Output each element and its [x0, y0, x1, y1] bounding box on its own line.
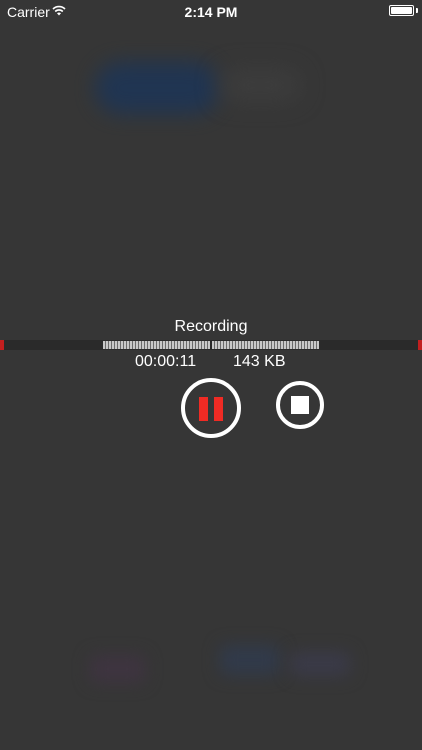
- status-bar: Carrier 2:14 PM: [0, 0, 422, 22]
- battery-tip: [416, 8, 418, 13]
- elapsed-time: 00:00:11: [135, 353, 197, 370]
- blurred-background-element: [220, 70, 300, 100]
- stop-icon: [291, 396, 309, 414]
- audio-level-track: [0, 340, 422, 350]
- blurred-background-element: [220, 645, 280, 675]
- battery-icon: [389, 5, 414, 16]
- file-size: 143 KB: [233, 353, 286, 370]
- stop-button[interactable]: [276, 381, 324, 429]
- blurred-background-element: [90, 655, 145, 683]
- audio-level-meter-right: [212, 341, 319, 349]
- recording-title: Recording: [174, 318, 248, 335]
- pause-button[interactable]: [181, 378, 241, 438]
- blurred-background-element: [290, 652, 350, 676]
- level-edge-marker-left: [0, 340, 4, 350]
- status-time: 2:14 PM: [184, 4, 238, 20]
- audio-level-meter-left: [103, 341, 210, 349]
- blurred-background-element: [95, 62, 220, 114]
- level-edge-marker-right: [418, 340, 422, 350]
